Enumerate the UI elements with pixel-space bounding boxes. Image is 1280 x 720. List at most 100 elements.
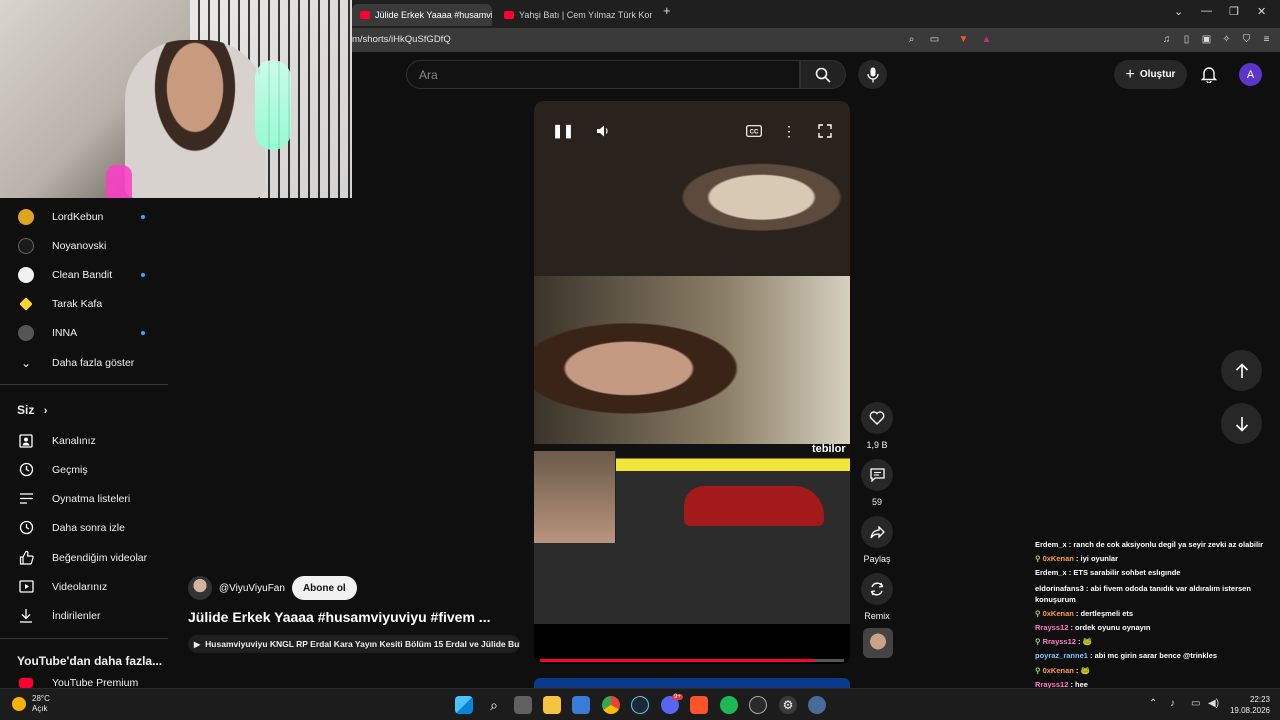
file-explorer-icon[interactable] [543,696,561,714]
sidebar-item-label: Kanalınız [52,434,96,447]
sound-thumbnail[interactable] [863,628,893,658]
chat-username: poyraz_ranne1 [1035,651,1088,661]
sidebar-channel-noyanovski[interactable]: Noyanovski [0,231,168,260]
video-watermark: tebilor [812,443,846,455]
show-more-button[interactable]: ⌄ Daha fazla göster [0,348,168,377]
weather-desc: Açık [32,704,48,713]
close-window-button[interactable]: ✕ [1257,5,1266,18]
remix-label: Remix [864,611,890,621]
chrome-icon[interactable] [602,696,620,714]
shorts-video-player[interactable]: tebilor ❚❚ CC ⋮ [534,101,850,664]
chat-message: Erdem_x : ranch de cok aksiyonlu degil y… [1035,537,1275,552]
obs-icon[interactable] [749,696,767,714]
more-options-icon[interactable]: ⋮ [780,122,798,140]
volume-button[interactable] [594,122,612,140]
history-icon [17,461,35,479]
webcam-streamer [125,40,265,198]
downloads-icon [17,607,35,625]
channel-avatar [18,324,34,341]
wallet-icon[interactable]: ▣ [1200,33,1213,46]
task-view-icon[interactable] [514,696,532,714]
sidebar-item-liked-videos[interactable]: Beğendiğim videolar [0,543,168,572]
account-avatar[interactable]: A [1239,63,1262,86]
playlist-chip[interactable]: ▶ Husamviyuviyu KNGL RP Erdal Kara Yayın… [188,635,520,653]
tab-title: Jülide Erkek Yaaaa #husamviy [375,10,492,20]
microsoft-store-icon[interactable] [572,696,590,714]
channel-avatar[interactable] [188,576,212,600]
sidebar-channel-lordkebun[interactable]: LordKebun [0,202,168,231]
chat-message: Erdem_x : ETS sarabilir sohbet eslıgınde [1035,566,1275,580]
clock-date: 19.08.2026 [1229,706,1270,715]
menu-icon[interactable]: ≡ [1260,33,1273,46]
url-field[interactable]: m/shorts/iHkQuSfGDfQ [352,34,451,45]
media-icon[interactable]: ♫ [1160,33,1173,46]
notifications-button[interactable] [1196,62,1221,87]
sidebar-channel-inna[interactable]: INNA [0,318,168,347]
sidebar-item-your-channel[interactable]: Kanalınız [0,426,168,455]
brave-browser-icon[interactable] [690,696,708,714]
volume-tray-icon[interactable]: ◀) [1208,698,1219,709]
minimize-button[interactable]: — [1201,5,1212,17]
remix-button[interactable] [861,573,893,605]
chat-username: 0xKenan [1042,554,1074,563]
sidebar-item-your-videos[interactable]: Videolarınız [0,572,168,601]
chat-badge-icon: ⚲ [1035,665,1043,675]
webcam-lamp [106,165,132,198]
tab-yahsi-bati[interactable]: Yahşi Batı | Cem Yılmaz Türk Komedi [496,4,652,26]
vpn-icon[interactable]: ⛉ [1240,33,1253,46]
tab-shorts[interactable]: Jülide Erkek Yaaaa #husamviy ✕ [352,4,492,26]
leo-ai-icon[interactable]: ✧ [1220,33,1233,46]
zoom-icon[interactable]: ⌕ [905,33,918,46]
sidebar-channel-tarak-kafa[interactable]: Tarak Kafa [0,289,168,318]
chevron-down-icon: ⌄ [20,355,32,370]
weather-widget[interactable]: 28°C Açık [12,694,50,714]
voice-search-button[interactable] [858,60,887,89]
microphone-tray-icon[interactable]: ♪ [1170,698,1175,709]
tab-search-button[interactable]: ⌄ [1174,5,1183,18]
network-icon[interactable]: ▭ [1191,698,1200,709]
previous-short-button[interactable] [1221,350,1262,391]
sidebar-toggle-icon[interactable]: ▯ [1180,33,1193,46]
search-icon[interactable]: ⌕ [485,696,503,714]
short-title[interactable]: Jülide Erkek Yaaaa #husamviyuviyu #fivem… [188,609,490,625]
sidebar-item-history[interactable]: Geçmiş [0,455,168,484]
tray-overflow-icon[interactable]: ⌃ [1149,698,1157,709]
captions-icon: CC [746,125,762,137]
brave-shield-icon[interactable]: ▼ [957,33,970,46]
brave-rewards-icon[interactable]: ▲ [980,33,993,46]
like-button[interactable] [861,402,893,434]
sidebar-item-playlists[interactable]: Oynatma listeleri [0,484,168,513]
gear-icon[interactable]: ⚙ [779,696,797,714]
subscribe-button[interactable]: Abone ol [291,576,357,600]
chat-badge-icon: ⚲ [1035,608,1043,618]
cast-icon[interactable]: ▭ [928,33,941,46]
steam-icon[interactable] [631,696,649,714]
maximize-button[interactable]: ❐ [1229,5,1239,18]
chat-username: Rrayss12 [1035,622,1069,632]
spotify-icon[interactable] [720,696,738,714]
comments-button[interactable] [861,459,893,491]
pause-button[interactable]: ❚❚ [552,122,574,140]
captions-button[interactable]: CC [745,122,763,140]
new-tab-button[interactable]: + [663,3,671,18]
system-clock[interactable]: 22:23 19.08.2026 [1226,694,1270,716]
sidebar-item-watch-later[interactable]: Daha sonra izle [0,513,168,542]
share-button[interactable] [861,516,893,548]
fullscreen-icon [818,124,832,138]
share-icon [869,525,885,539]
sidebar-item-downloads[interactable]: İndirilenler [0,601,168,630]
search-input[interactable]: Ara [406,60,800,89]
video-progress-bar[interactable] [540,659,844,662]
next-short-button[interactable] [1221,403,1262,444]
sidebar-channel-clean-bandit[interactable]: Clean Bandit [0,260,168,289]
start-menu-icon[interactable] [455,696,473,714]
search-button[interactable] [800,60,846,89]
chat-text: ranch de cok aksiyonlu degil ya seyir ze… [1073,540,1264,549]
settings-app-icon[interactable] [808,696,826,714]
create-button[interactable]: + Oluştur [1114,60,1187,89]
video-frame-middle [534,276,850,444]
channel-handle[interactable]: @ViyuViyuFan [219,583,285,594]
watch-later-icon [17,519,35,537]
fullscreen-button[interactable] [816,122,834,140]
you-section-heading[interactable]: Siz › [17,403,47,417]
